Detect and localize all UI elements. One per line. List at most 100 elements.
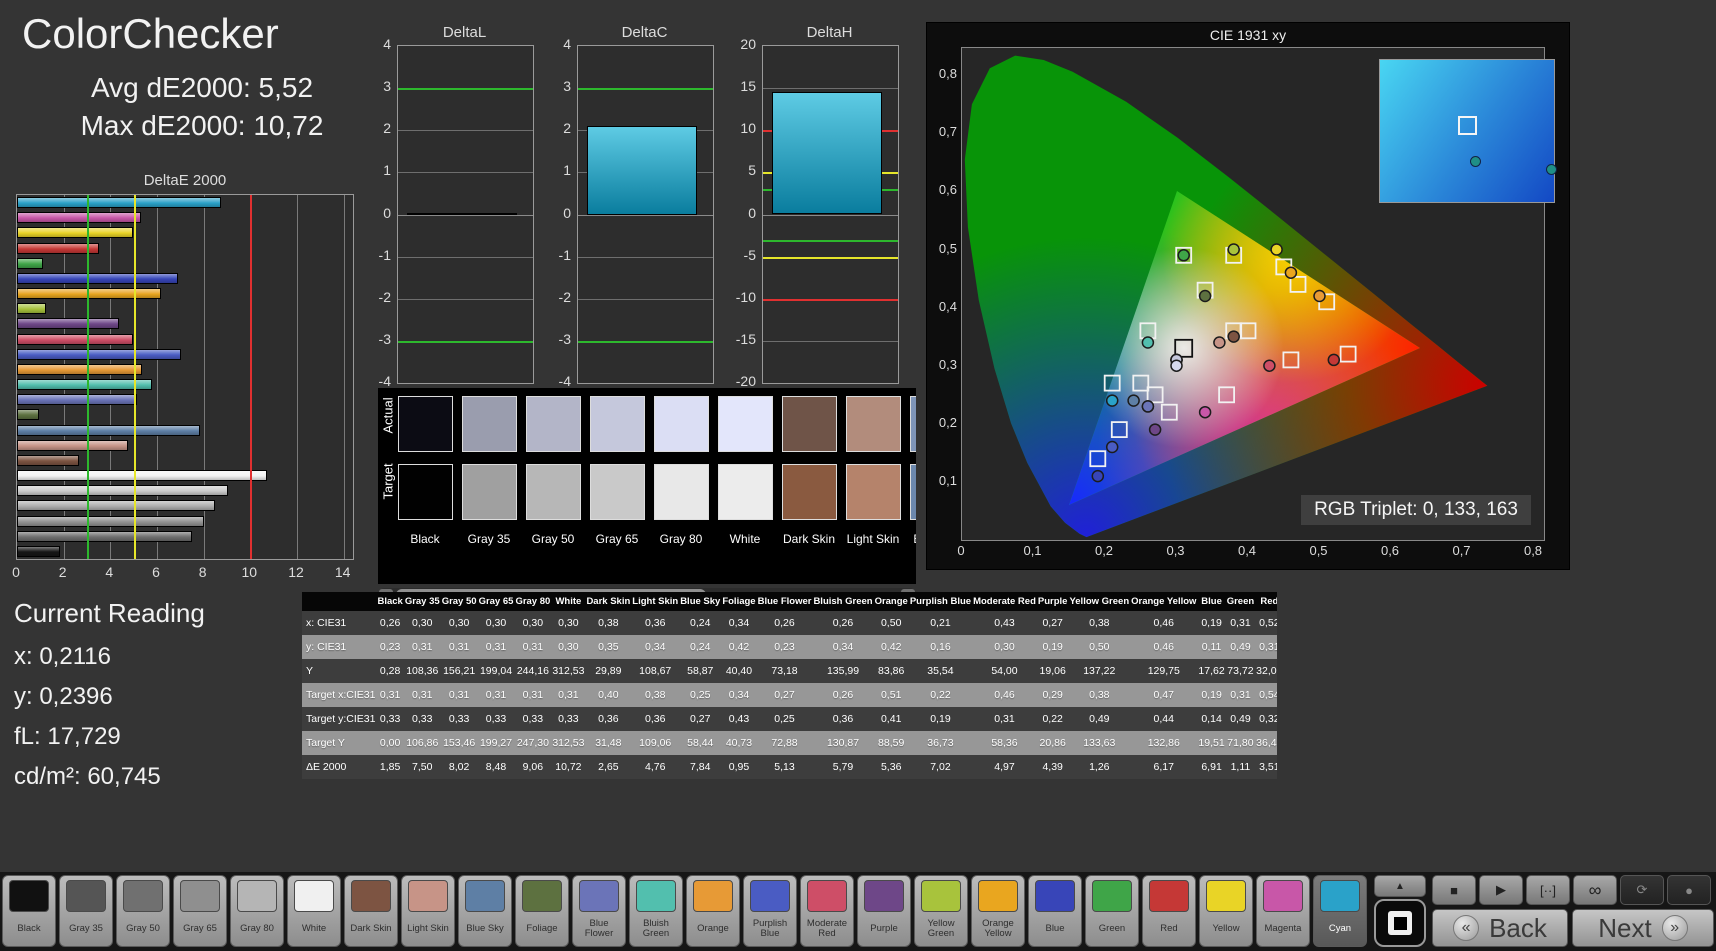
palette-button-cyan[interactable]: Cyan xyxy=(1313,875,1367,947)
palette-button-purplish-blue[interactable]: Purplish Blue xyxy=(743,875,797,947)
palette-button-blue-sky[interactable]: Blue Sky xyxy=(458,875,512,947)
play-button[interactable]: ▶ xyxy=(1479,875,1523,905)
scroll-up-button[interactable]: ▲ xyxy=(1374,875,1426,897)
palette-label: Blue xyxy=(1029,912,1081,946)
back-button[interactable]: « Back xyxy=(1432,909,1568,947)
ref-line xyxy=(578,341,713,343)
palette-label: Magenta xyxy=(1257,912,1309,946)
table-cell: 0,19 xyxy=(1197,611,1225,635)
table-cell: 0,19 xyxy=(1197,683,1225,707)
palette-button-purple[interactable]: Purple xyxy=(857,875,911,947)
palette-button-gray-65[interactable]: Gray 65 xyxy=(173,875,227,947)
ref-line xyxy=(763,240,898,242)
row-label: Target Y xyxy=(302,731,376,755)
range-button[interactable]: [··] xyxy=(1526,875,1570,905)
palette-label: Moderate Red xyxy=(801,912,853,946)
axis-tick-label: 0,8 xyxy=(927,66,957,81)
palette-button-black[interactable]: Black xyxy=(2,875,56,947)
palette-button-blue-flower[interactable]: Blue Flower xyxy=(572,875,626,947)
palette-label: Yellow Green xyxy=(915,912,967,946)
table-cell: 0,40 xyxy=(585,683,631,707)
axis-tick-label: 0,3 xyxy=(927,357,957,372)
palette-button-moderate-red[interactable]: Moderate Red xyxy=(800,875,854,947)
palette-button-orange[interactable]: Orange xyxy=(686,875,740,947)
table-cell: 35,54 xyxy=(909,659,972,683)
palette-button-white[interactable]: White xyxy=(287,875,341,947)
palette-button-foliage[interactable]: Foliage xyxy=(515,875,569,947)
table-cell: 5,13 xyxy=(757,755,813,779)
table-cell: 72,88 xyxy=(757,731,813,755)
table-cell: 0,30 xyxy=(404,611,441,635)
palette-label: Red xyxy=(1143,912,1195,946)
cie-title: CIE 1931 xy xyxy=(927,27,1569,43)
actual-swatch-white xyxy=(718,396,773,452)
palette-button-gray-50[interactable]: Gray 50 xyxy=(116,875,170,947)
axis-tick-label: -4 xyxy=(355,373,391,389)
actual-swatch-light-skin xyxy=(846,396,901,452)
table-cell: 20,86 xyxy=(1037,731,1069,755)
table-cell: 0,42 xyxy=(874,635,909,659)
ref-line xyxy=(763,299,898,301)
swatch-label: Blue Sky xyxy=(905,532,916,546)
record-icon: ● xyxy=(1685,883,1693,898)
palette-button-magenta[interactable]: Magenta xyxy=(1256,875,1310,947)
table-row-y-cie31: y: CIE310,230,310,310,310,310,300,350,34… xyxy=(302,635,1277,659)
axis-tick-label: 0 xyxy=(12,564,20,580)
palette-button-light-skin[interactable]: Light Skin xyxy=(401,875,455,947)
palette-button-yellow[interactable]: Yellow xyxy=(1199,875,1253,947)
palette-button-bluish-green[interactable]: Bluish Green xyxy=(629,875,683,947)
table-cell: 4,97 xyxy=(972,755,1037,779)
table-cell: 0,34 xyxy=(631,635,679,659)
table-cell: 0,42 xyxy=(721,635,756,659)
actual-swatch-gray-35 xyxy=(462,396,517,452)
table-cell: 0,36 xyxy=(631,611,679,635)
table-cell: 0,22 xyxy=(909,683,972,707)
record-button[interactable]: ● xyxy=(1667,875,1711,905)
palette-label: Gray 65 xyxy=(174,912,226,946)
loop-icon: ∞ xyxy=(1589,880,1602,901)
stop-measure-button[interactable] xyxy=(1374,899,1426,947)
table-cell: 1,85 xyxy=(376,755,403,779)
axis-tick-label: 5 xyxy=(720,162,756,178)
table-cell: 40,40 xyxy=(721,659,756,683)
palette-button-dark-skin[interactable]: Dark Skin xyxy=(344,875,398,947)
table-cell: 0,34 xyxy=(721,611,756,635)
reading-value: y: 0,2396 xyxy=(14,683,284,711)
table-cell: 9,06 xyxy=(514,755,551,779)
column-header-orange: Orange xyxy=(874,592,909,611)
table-cell: 8,02 xyxy=(441,755,478,779)
axis-tick-label: 1 xyxy=(535,162,571,178)
loop-button[interactable]: ∞ xyxy=(1573,875,1617,905)
table-row-y: Y0,28108,36156,21199,04244,16312,5329,89… xyxy=(302,659,1277,683)
palette-button-yellow-green[interactable]: Yellow Green xyxy=(914,875,968,947)
actual-swatch-dark-skin xyxy=(782,396,837,452)
table-cell: 0,30 xyxy=(972,635,1037,659)
current-reading: Current Reading x: 0,2116y: 0,2396fL: 17… xyxy=(14,598,284,803)
row-label: ΔE 2000 xyxy=(302,755,376,779)
table-cell: 0,19 xyxy=(909,707,972,731)
table-cell: 7,50 xyxy=(404,755,441,779)
stop-button[interactable]: ■ xyxy=(1432,875,1476,905)
actual-swatch-gray-50 xyxy=(526,396,581,452)
refresh-button[interactable]: ⟳ xyxy=(1620,875,1664,905)
palette-button-gray-35[interactable]: Gray 35 xyxy=(59,875,113,947)
reading-value: fL: 17,729 xyxy=(14,723,284,751)
table-cell: 36,45 xyxy=(1255,731,1277,755)
table-cell: 129,75 xyxy=(1130,659,1197,683)
palette-button-orange-yellow[interactable]: Orange Yellow xyxy=(971,875,1025,947)
table-cell: 0,46 xyxy=(1130,611,1197,635)
color-chip xyxy=(807,880,847,912)
palette-button-blue[interactable]: Blue xyxy=(1028,875,1082,947)
table-cell: 0,14 xyxy=(1197,707,1225,731)
actual-swatch-black xyxy=(398,396,453,452)
table-cell: 0,49 xyxy=(1068,707,1130,731)
palette-button-gray-80[interactable]: Gray 80 xyxy=(230,875,284,947)
palette-label: Blue Flower xyxy=(573,912,625,946)
up-arrow-icon: ▲ xyxy=(1395,881,1405,892)
palette-button-green[interactable]: Green xyxy=(1085,875,1139,947)
palette-button-red[interactable]: Red xyxy=(1142,875,1196,947)
next-button[interactable]: Next » xyxy=(1572,909,1714,947)
axis-tick-label: -3 xyxy=(355,331,391,347)
table-cell: 0,36 xyxy=(585,707,631,731)
table-cell: 4,39 xyxy=(1037,755,1069,779)
